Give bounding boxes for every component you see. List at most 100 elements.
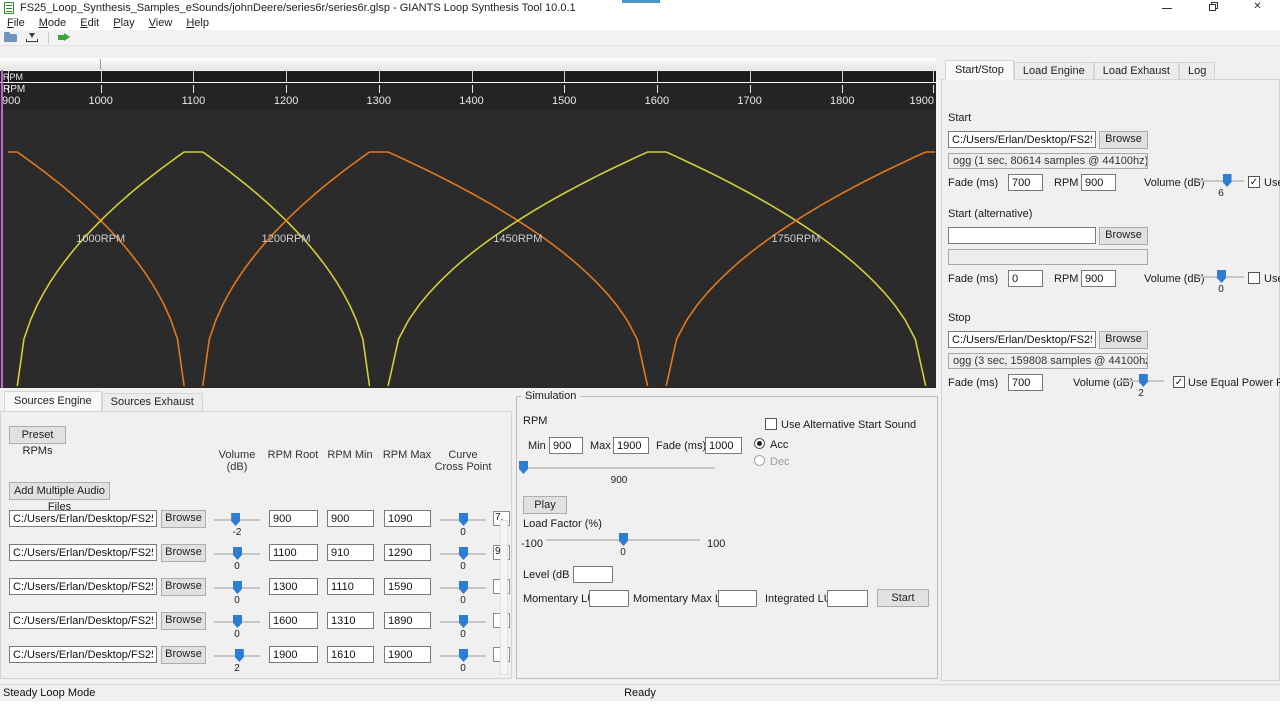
start-path-input[interactable] xyxy=(948,131,1096,148)
source-rpm-min-input[interactable] xyxy=(327,612,374,629)
sim-dec-radio[interactable] xyxy=(754,455,765,466)
add-multiple-audio-files-button[interactable]: Add Multiple Audio Files xyxy=(9,482,110,500)
save-icon[interactable] xyxy=(22,30,44,46)
source-rpm-max-input[interactable] xyxy=(384,544,431,561)
source-cross-slider[interactable]: 0 xyxy=(440,647,486,673)
menu-edit[interactable]: Edit xyxy=(73,17,106,29)
source-path-input[interactable] xyxy=(9,612,157,629)
source-rpm-root-input[interactable] xyxy=(269,612,318,629)
sim-acc-radio[interactable] xyxy=(754,438,765,449)
level-input[interactable] xyxy=(573,566,613,583)
source-cross-slider[interactable]: 0 xyxy=(440,613,486,639)
source-rpm-max-input[interactable] xyxy=(384,510,431,527)
source-rpm-min-input[interactable] xyxy=(327,578,374,595)
menu-file[interactable]: File xyxy=(0,17,32,29)
menu-mode[interactable]: Mode xyxy=(32,17,74,29)
integrated-lufs-input[interactable] xyxy=(827,590,868,607)
source-rpm-root-input[interactable] xyxy=(269,646,318,663)
restore-icon[interactable] xyxy=(1190,0,1235,16)
stop-volume-slider[interactable]: 2 xyxy=(1118,372,1164,398)
start-alt-rpm-input[interactable] xyxy=(1081,270,1116,287)
close-icon[interactable]: ✕ xyxy=(1235,0,1280,16)
start-stop-tab-page: Start Browse ogg (1 sec, 80614 samples @… xyxy=(941,79,1280,681)
sim-min-input[interactable] xyxy=(549,437,583,454)
tab-start-stop[interactable]: Start/Stop xyxy=(945,60,1014,80)
col-header-volume: Volume (dB) xyxy=(207,449,267,473)
source-browse-button[interactable]: Browse xyxy=(161,612,206,630)
sim-rpm-slider[interactable]: 900 xyxy=(523,459,715,485)
tab-sources-engine[interactable]: Sources Engine xyxy=(4,391,102,411)
ruler-tick-label: 1600 xyxy=(645,95,669,107)
menu-view[interactable]: View xyxy=(142,17,180,29)
source-volume-slider[interactable]: 0 xyxy=(214,613,260,639)
source-volume-slider[interactable]: -2 xyxy=(214,511,260,537)
stop-browse-button[interactable]: Browse xyxy=(1099,331,1148,349)
source-rpm-max-input[interactable] xyxy=(384,612,431,629)
open-folder-icon[interactable] xyxy=(0,30,22,46)
sim-play-button[interactable]: Play xyxy=(523,496,567,514)
fade-curves-plot[interactable]: 1000RPM1200RPM1450RPM1750RPM xyxy=(0,110,936,388)
start-alt-use-checkbox[interactable] xyxy=(1248,272,1260,284)
source-rpm-min-input[interactable] xyxy=(327,510,374,527)
start-volume-slider[interactable]: 6 xyxy=(1198,172,1244,198)
source-rpm-root-input[interactable] xyxy=(269,578,318,595)
source-path-input[interactable] xyxy=(9,646,157,663)
start-alt-fade-input[interactable] xyxy=(1008,270,1043,287)
source-row-2: Browse009. xyxy=(1,544,511,574)
source-cross-slider[interactable]: 0 xyxy=(440,579,486,605)
graph-zoom-scrollbar[interactable] xyxy=(0,58,936,70)
start-alt-volume-label: Volume (dB) xyxy=(1144,273,1205,285)
source-rpm-min-input[interactable] xyxy=(327,544,374,561)
tab-sources-exhaust[interactable]: Sources Exhaust xyxy=(102,393,203,411)
minimize-icon[interactable] xyxy=(1145,0,1190,16)
rpm-fade-graph[interactable]: RPM RPM 90010001100120013001400150016001… xyxy=(0,58,936,388)
sources-vertical-scrollbar[interactable] xyxy=(500,520,508,675)
momentary-max-lufs-input[interactable] xyxy=(718,590,757,607)
lufs-start-button[interactable]: Start xyxy=(877,589,929,607)
start-alt-browse-button[interactable]: Browse xyxy=(1099,227,1148,245)
source-cross-slider[interactable]: 0 xyxy=(440,545,486,571)
toolbar xyxy=(0,30,1280,46)
start-fade-input[interactable] xyxy=(1008,174,1043,191)
run-icon[interactable] xyxy=(53,30,75,46)
preset-rpms-button[interactable]: Preset RPMs xyxy=(9,426,66,444)
tab-load-exhaust[interactable]: Load Exhaust xyxy=(1094,62,1179,80)
momentary-lufs-input[interactable] xyxy=(589,590,629,607)
start-rpm-input[interactable] xyxy=(1081,174,1116,191)
sim-fade-input[interactable] xyxy=(705,437,742,454)
start-alt-path-input[interactable] xyxy=(948,227,1096,244)
source-path-input[interactable] xyxy=(9,578,157,595)
source-volume-slider[interactable]: 0 xyxy=(214,579,260,605)
tab-log[interactable]: Log xyxy=(1179,62,1215,80)
source-rpm-max-input[interactable] xyxy=(384,578,431,595)
menu-help[interactable]: Help xyxy=(179,17,216,29)
source-rpm-root-input[interactable] xyxy=(269,544,318,561)
source-browse-button[interactable]: Browse xyxy=(161,578,206,596)
start-use-checkbox[interactable]: ✓ xyxy=(1248,176,1260,188)
rpm-main-ruler: RPM 900100011001200130014001500160017001… xyxy=(0,83,936,110)
source-path-input[interactable] xyxy=(9,544,157,561)
source-browse-button[interactable]: Browse xyxy=(161,544,206,562)
source-path-input[interactable] xyxy=(9,510,157,527)
source-browse-button[interactable]: Browse xyxy=(161,510,206,528)
source-rpm-min-input[interactable] xyxy=(327,646,374,663)
load-factor-slider[interactable]: 0 xyxy=(546,531,700,557)
source-rpm-root-input[interactable] xyxy=(269,510,318,527)
sim-alt-start-checkbox[interactable] xyxy=(765,418,777,430)
start-alt-volume-slider[interactable]: 0 xyxy=(1198,268,1244,294)
sim-max-input[interactable] xyxy=(613,437,649,454)
source-rpm-max-input[interactable] xyxy=(384,646,431,663)
source-browse-button[interactable]: Browse xyxy=(161,646,206,664)
overview-tick xyxy=(286,71,287,82)
load-factor-value: 0 xyxy=(620,547,626,558)
stop-fade-input[interactable] xyxy=(1008,374,1043,391)
source-volume-slider[interactable]: 2 xyxy=(214,647,260,673)
tab-load-engine[interactable]: Load Engine xyxy=(1014,62,1094,80)
source-volume-slider[interactable]: 0 xyxy=(214,545,260,571)
sources-engine-tab-page: Preset RPMs Volume (dB) RPM Root RPM Min… xyxy=(0,411,512,679)
stop-path-input[interactable] xyxy=(948,331,1096,348)
stop-use-equal-power-checkbox[interactable]: ✓ xyxy=(1173,376,1185,388)
source-cross-slider[interactable]: 0 xyxy=(440,511,486,537)
menu-play[interactable]: Play xyxy=(106,17,141,29)
start-browse-button[interactable]: Browse xyxy=(1099,131,1148,149)
